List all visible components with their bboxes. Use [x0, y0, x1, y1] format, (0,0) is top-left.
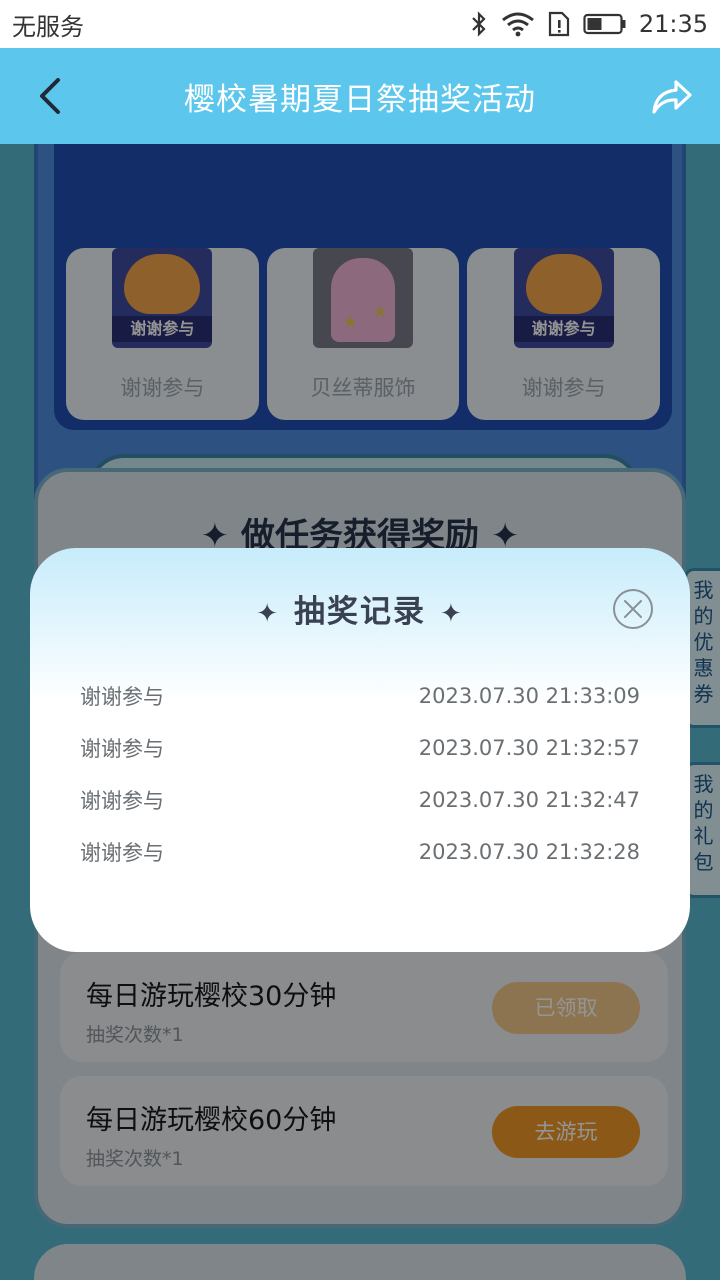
bluetooth-icon [469, 11, 489, 37]
record-time: 2023.07.30 21:32:57 [418, 736, 640, 760]
lottery-record-modal: ✦ 抽奖记录 ✦ 谢谢参与 2023.07.30 21:33:09 谢谢参与 202… [30, 548, 690, 952]
sparkle-icon: ✦ [440, 599, 464, 629]
battery-icon [583, 12, 627, 36]
record-prize: 谢谢参与 [80, 841, 164, 865]
record-time: 2023.07.30 21:32:47 [418, 788, 640, 812]
sparkle-icon: ✦ [256, 599, 280, 629]
record-prize: 谢谢参与 [80, 789, 164, 813]
record-row: 谢谢参与 2023.07.30 21:33:09 [80, 676, 640, 716]
sim-alert-icon [547, 11, 571, 37]
share-arrow-icon[interactable] [650, 74, 694, 118]
record-row: 谢谢参与 2023.07.30 21:32:28 [80, 832, 640, 872]
record-time: 2023.07.30 21:33:09 [418, 684, 640, 708]
page-title: 樱校暑期夏日祭抽奖活动 [184, 81, 536, 118]
wifi-icon [501, 11, 535, 37]
record-prize: 谢谢参与 [80, 737, 164, 761]
status-bar: 无服务 21:35 [0, 0, 720, 48]
record-row: 谢谢参与 2023.07.30 21:32:57 [80, 728, 640, 768]
nav-bar: 樱校暑期夏日祭抽奖活动 [0, 48, 720, 144]
carrier-label: 无服务 [12, 12, 84, 41]
record-row: 谢谢参与 2023.07.30 21:32:47 [80, 780, 640, 820]
status-icons: 21:35 [469, 10, 708, 38]
close-circle-icon[interactable] [612, 588, 654, 630]
modal-title-text: 抽奖记录 [294, 594, 426, 630]
chevron-left-icon[interactable] [32, 76, 72, 116]
clock: 21:35 [638, 10, 708, 38]
record-time: 2023.07.30 21:32:28 [418, 840, 640, 864]
modal-title: ✦ 抽奖记录 ✦ [30, 586, 690, 631]
record-prize: 谢谢参与 [80, 685, 164, 709]
